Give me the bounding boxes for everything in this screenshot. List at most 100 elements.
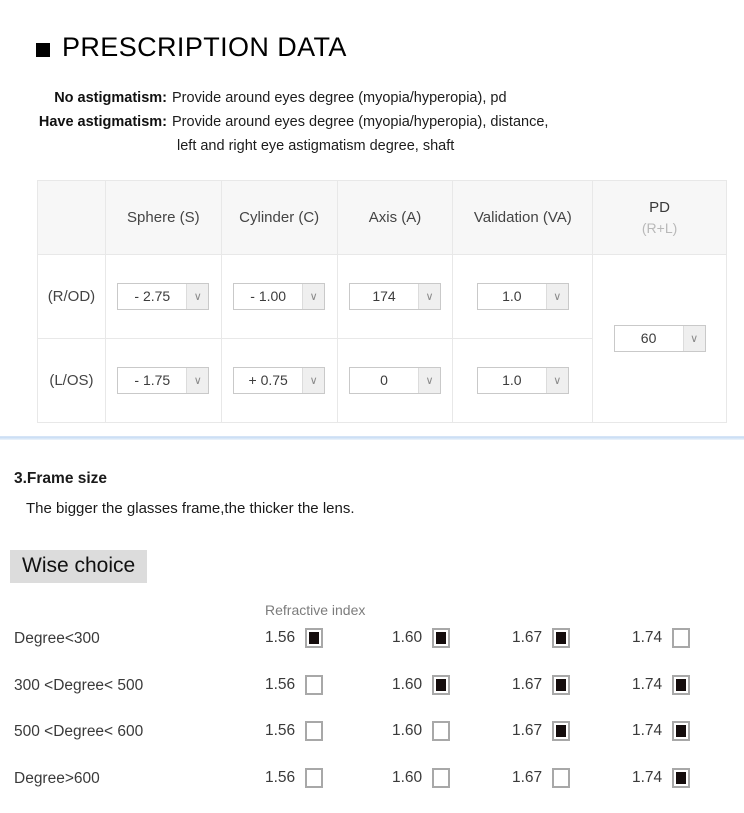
chevron-down-icon: ∨ [418,368,441,393]
refractive-index-value: 1.56 [265,722,296,739]
checkbox-checked-icon[interactable] [552,721,571,741]
section-divider [0,436,744,440]
refractive-index-value: 1.74 [632,722,663,739]
refractive-index-value: 1.56 [265,675,296,693]
square-bullet-icon [36,42,50,57]
checkbox-unchecked-icon[interactable] [432,721,451,741]
refractive-option[interactable]: 1.74 [632,628,691,648]
refractive-option[interactable]: 1.56 [265,767,324,788]
cell-validation-right: 1.0 ∨ [452,254,594,339]
wise-choice-heading: Wise choice [10,550,148,584]
refractive-row-degree-label: Degree>600 [14,769,100,787]
header-pd-main: PD [649,199,671,216]
description-line-have-astigmatism: Have astigmatism: Provide around eyes de… [0,112,744,133]
sphere-select-left-value: - 1.75 [134,372,171,388]
refractive-index-value: 1.74 [632,768,663,786]
checkbox-checked-icon[interactable] [672,721,691,741]
checkbox-unchecked-icon[interactable] [552,767,571,788]
checkbox-unchecked-icon[interactable] [672,628,691,648]
refractive-row-degree-label: 500 <Degree< 600 [14,723,144,740]
refractive-index-value: 1.56 [265,629,296,646]
header-validation: Validation (VA) [452,180,594,255]
pd-select[interactable]: 60 ∨ [613,325,706,352]
checkbox-checked-icon[interactable] [432,628,451,648]
refractive-option[interactable]: 1.67 [512,767,571,788]
refractive-index-value: 1.67 [512,768,543,786]
refractive-option[interactable]: 1.60 [392,674,451,695]
checkbox-checked-icon[interactable] [432,674,451,695]
sphere-select-left[interactable]: - 1.75 ∨ [117,367,210,394]
refractive-option[interactable]: 1.60 [392,767,451,788]
chevron-down-icon: ∨ [682,326,705,351]
refractive-option[interactable]: 1.67 [512,674,571,695]
sphere-select-right-value: - 2.75 [134,288,171,304]
prescription-table: Sphere (S) Cylinder (C) Axis (A) Validat… [37,180,727,423]
checkbox-checked-icon[interactable] [552,674,571,695]
cell-pd: 60 ∨ [592,254,727,423]
refractive-row: Degree>600 1.56 1.60 1.67 1.74 [0,767,744,813]
axis-select-left[interactable]: 0 ∨ [349,367,442,394]
table-header-row: Sphere (S) Cylinder (C) Axis (A) Validat… [37,180,727,255]
refractive-option[interactable]: 1.74 [632,767,691,788]
have-astigmatism-label: Have astigmatism: [38,114,167,131]
validation-select-left-value: 1.0 [502,372,522,388]
header-axis: Axis (A) [336,180,454,255]
cylinder-select-right-value: - 1.00 [250,288,287,304]
prescription-page: PRESCRIPTION DATA No astigmatism: Provid… [0,0,744,813]
refractive-index-value: 1.74 [632,675,663,693]
chevron-down-icon: ∨ [302,368,325,393]
description-block: No astigmatism: Provide around eyes degr… [0,88,744,157]
cylinder-select-left[interactable]: + 0.75 ∨ [233,367,326,394]
chevron-down-icon: ∨ [418,284,441,309]
axis-select-left-value: 0 [380,372,388,388]
refractive-option[interactable]: 1.67 [512,628,571,648]
sphere-select-right[interactable]: - 2.75 ∨ [117,283,210,310]
chevron-down-icon: ∨ [545,284,568,309]
checkbox-unchecked-icon[interactable] [305,767,324,788]
checkbox-checked-icon[interactable] [305,628,324,648]
axis-select-right-value: 174 [372,288,396,304]
refractive-option[interactable]: 1.56 [265,628,324,648]
cell-cylinder-left: + 0.75 ∨ [220,338,338,423]
refractive-row: Degree<300 1.56 1.60 1.67 1.74 [0,628,744,675]
frame-size-heading: 3.Frame size [14,470,108,487]
refractive-option[interactable]: 1.56 [265,674,324,695]
validation-select-right[interactable]: 1.0 ∨ [476,283,569,310]
refractive-option[interactable]: 1.60 [392,628,451,648]
checkbox-checked-icon[interactable] [672,674,691,695]
refractive-index-value: 1.67 [512,629,543,646]
refractive-index-label: Refractive index [265,602,366,618]
no-astigmatism-value: Provide around eyes degree (myopia/hyper… [172,90,507,106]
refractive-option[interactable]: 1.60 [392,721,451,741]
refractive-row: 500 <Degree< 600 1.56 1.60 1.67 1.74 [0,721,744,768]
axis-select-right[interactable]: 174 ∨ [349,283,442,310]
checkbox-unchecked-icon[interactable] [305,721,324,741]
row-label-right-eye: (R/OD) [37,254,106,339]
cell-validation-left: 1.0 ∨ [452,338,594,423]
refractive-index-value: 1.56 [265,768,296,786]
refractive-index-value: 1.60 [392,722,423,739]
refractive-option[interactable]: 1.56 [265,721,324,741]
checkbox-unchecked-icon[interactable] [432,767,451,788]
row-label-left-eye: (L/OS) [37,338,106,423]
checkbox-checked-icon[interactable] [672,767,691,788]
refractive-option[interactable]: 1.74 [632,721,691,741]
pd-select-value: 60 [640,330,657,346]
cylinder-select-right[interactable]: - 1.00 ∨ [233,283,326,310]
checkbox-checked-icon[interactable] [552,628,571,648]
checkbox-unchecked-icon[interactable] [305,674,324,695]
frame-size-note: The bigger the glasses frame,the thicker… [26,500,355,517]
prescription-table-body: (R/OD) - 2.75 ∨ - 1.00 ∨ 174 ∨ 1.0 ∨ 60 … [37,254,727,423]
header-pd: PD (R+L) [592,180,727,255]
refractive-index-rows: Degree<300 1.56 1.60 1.67 1.74 300 <Degree< 5… [0,628,744,813]
cell-axis-right: 174 ∨ [336,254,454,339]
description-line-no-astigmatism: No astigmatism: Provide around eyes degr… [0,88,744,109]
chevron-down-icon: ∨ [545,368,568,393]
validation-select-left[interactable]: 1.0 ∨ [476,367,569,394]
header-cylinder: Cylinder (C) [220,180,338,255]
refractive-option[interactable]: 1.67 [512,721,571,741]
cell-sphere-left: - 1.75 ∨ [104,338,222,423]
refractive-row: 300 <Degree< 500 1.56 1.60 1.67 1.74 [0,674,744,722]
refractive-index-value: 1.60 [392,629,423,646]
refractive-option[interactable]: 1.74 [632,674,691,695]
